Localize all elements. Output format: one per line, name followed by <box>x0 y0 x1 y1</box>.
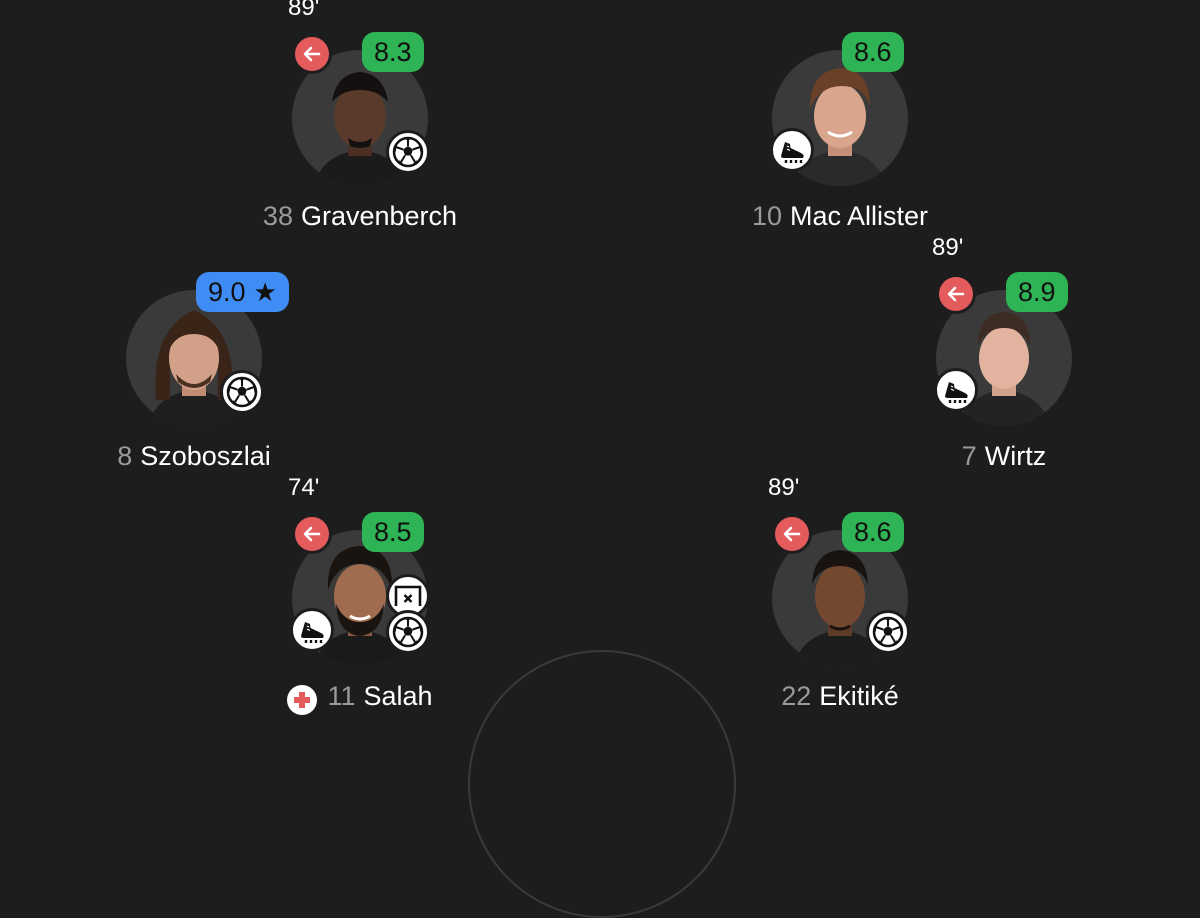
rating-value: 9.0 <box>208 277 246 307</box>
assist-boot-icon <box>290 608 334 652</box>
shirt-number: 7 <box>961 441 977 471</box>
rating-badge: 8.9 <box>1006 272 1068 312</box>
sub-off-icon <box>292 514 332 554</box>
shirt-number: 11 <box>327 681 356 711</box>
rating-value: 8.9 <box>1018 277 1056 307</box>
player-name: Wirtz <box>984 441 1047 471</box>
sub-off-icon <box>772 514 812 554</box>
assist-boot-icon <box>934 368 978 412</box>
rating-badge: 8.6 <box>842 512 904 552</box>
assist-boot-icon <box>770 128 814 172</box>
sub-off-icon <box>292 34 332 74</box>
player-name-label: 10 Mac Allister <box>640 200 1040 232</box>
pitch: 89' 8.3 38 Gravenberch 8.6 10 Mac Allist… <box>0 0 1200 918</box>
player-name: Gravenberch <box>300 201 458 231</box>
player-name-label: 11 Salah <box>160 680 560 715</box>
rating-badge: 8.5 <box>362 512 424 552</box>
shirt-number: 8 <box>117 441 133 471</box>
substitution-time: 89' <box>768 474 800 501</box>
player-name-label: 22 Ekitiké <box>640 680 1040 712</box>
goal-ball-icon <box>386 130 430 174</box>
rating-badge: 9.0 ★ <box>196 272 289 312</box>
substitution-time: 89' <box>932 234 964 261</box>
star-icon: ★ <box>253 277 277 307</box>
player-name-label: 38 Gravenberch <box>160 200 560 232</box>
rating-value: 8.5 <box>374 517 412 547</box>
shirt-number: 22 <box>781 681 812 711</box>
player-name-label: 7 Wirtz <box>804 440 1200 472</box>
substitution-time: 89' <box>288 0 320 21</box>
rating-value: 8.6 <box>854 37 892 67</box>
player-name-label: 8 Szoboszlai <box>0 440 394 472</box>
sub-off-icon <box>936 274 976 314</box>
substitution-time: 74' <box>288 474 320 501</box>
goal-ball-icon <box>220 370 264 414</box>
rating-badge: 8.6 <box>842 32 904 72</box>
rating-value: 8.6 <box>854 517 892 547</box>
player-name: Salah <box>363 681 433 711</box>
player-name: Szoboszlai <box>140 441 271 471</box>
rating-value: 8.3 <box>374 37 412 67</box>
player-name: Ekitiké <box>819 681 899 711</box>
shirt-number: 10 <box>751 201 782 231</box>
injury-cross-icon <box>287 685 318 715</box>
goal-ball-icon <box>866 610 910 654</box>
rating-badge: 8.3 <box>362 32 424 72</box>
goal-ball-icon <box>386 610 430 654</box>
shirt-number: 38 <box>262 201 293 231</box>
player-name: Mac Allister <box>790 201 929 231</box>
